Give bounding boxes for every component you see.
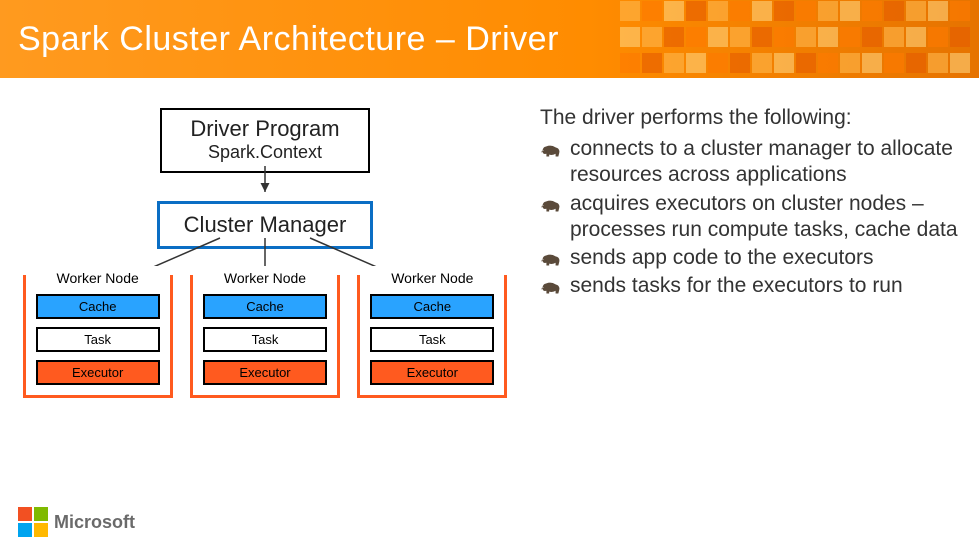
list-item: sends app code to the executors [540,245,959,271]
footer-logo: Microsoft [18,507,135,537]
slide-header: Spark Cluster Architecture – Driver [0,0,979,78]
executor-box: Executor [370,360,494,385]
elephant-icon [540,279,562,297]
bullet-text: sends tasks for the executors to run [570,273,903,299]
executor-box: Executor [36,360,160,385]
list-item: acquires executors on cluster nodes – pr… [540,191,959,244]
list-item: sends tasks for the executors to run [540,273,959,299]
spark-context-label: Spark.Context [162,142,368,163]
worker-nodes-row: Worker Node Cache Task Executor Worker N… [0,275,530,398]
worker-label: Worker Node [193,266,337,292]
driver-title: Driver Program [162,116,368,142]
elephant-icon [540,251,562,269]
slide-title: Spark Cluster Architecture – Driver [18,20,559,59]
cache-box: Cache [36,294,160,319]
intro-text: The driver performs the following: [540,106,959,130]
worker-node-1: Worker Node Cache Task Executor [23,275,173,398]
list-item: connects to a cluster manager to allocat… [540,136,959,189]
architecture-diagram: Driver Program Spark.Context Cluster Man… [0,78,530,498]
microsoft-text: Microsoft [54,512,135,533]
worker-node-3: Worker Node Cache Task Executor [357,275,507,398]
bullet-text: acquires executors on cluster nodes – pr… [570,191,959,244]
cache-box: Cache [370,294,494,319]
task-box: Task [370,327,494,352]
cache-box: Cache [203,294,327,319]
elephant-icon [540,142,562,160]
worker-label: Worker Node [26,266,170,292]
worker-node-2: Worker Node Cache Task Executor [190,275,340,398]
slide-body: Driver Program Spark.Context Cluster Man… [0,78,979,498]
worker-label: Worker Node [360,266,504,292]
microsoft-icon [18,507,48,537]
header-decoration [619,0,979,78]
bullet-text: sends app code to the executors [570,245,874,271]
task-box: Task [203,327,327,352]
bullet-text: connects to a cluster manager to allocat… [570,136,959,189]
executor-box: Executor [203,360,327,385]
bullet-list: connects to a cluster manager to allocat… [540,136,959,300]
description-panel: The driver performs the following: conne… [530,78,979,498]
elephant-icon [540,197,562,215]
driver-program-box: Driver Program Spark.Context [160,108,370,173]
cluster-manager-box: Cluster Manager [157,201,373,249]
task-box: Task [36,327,160,352]
